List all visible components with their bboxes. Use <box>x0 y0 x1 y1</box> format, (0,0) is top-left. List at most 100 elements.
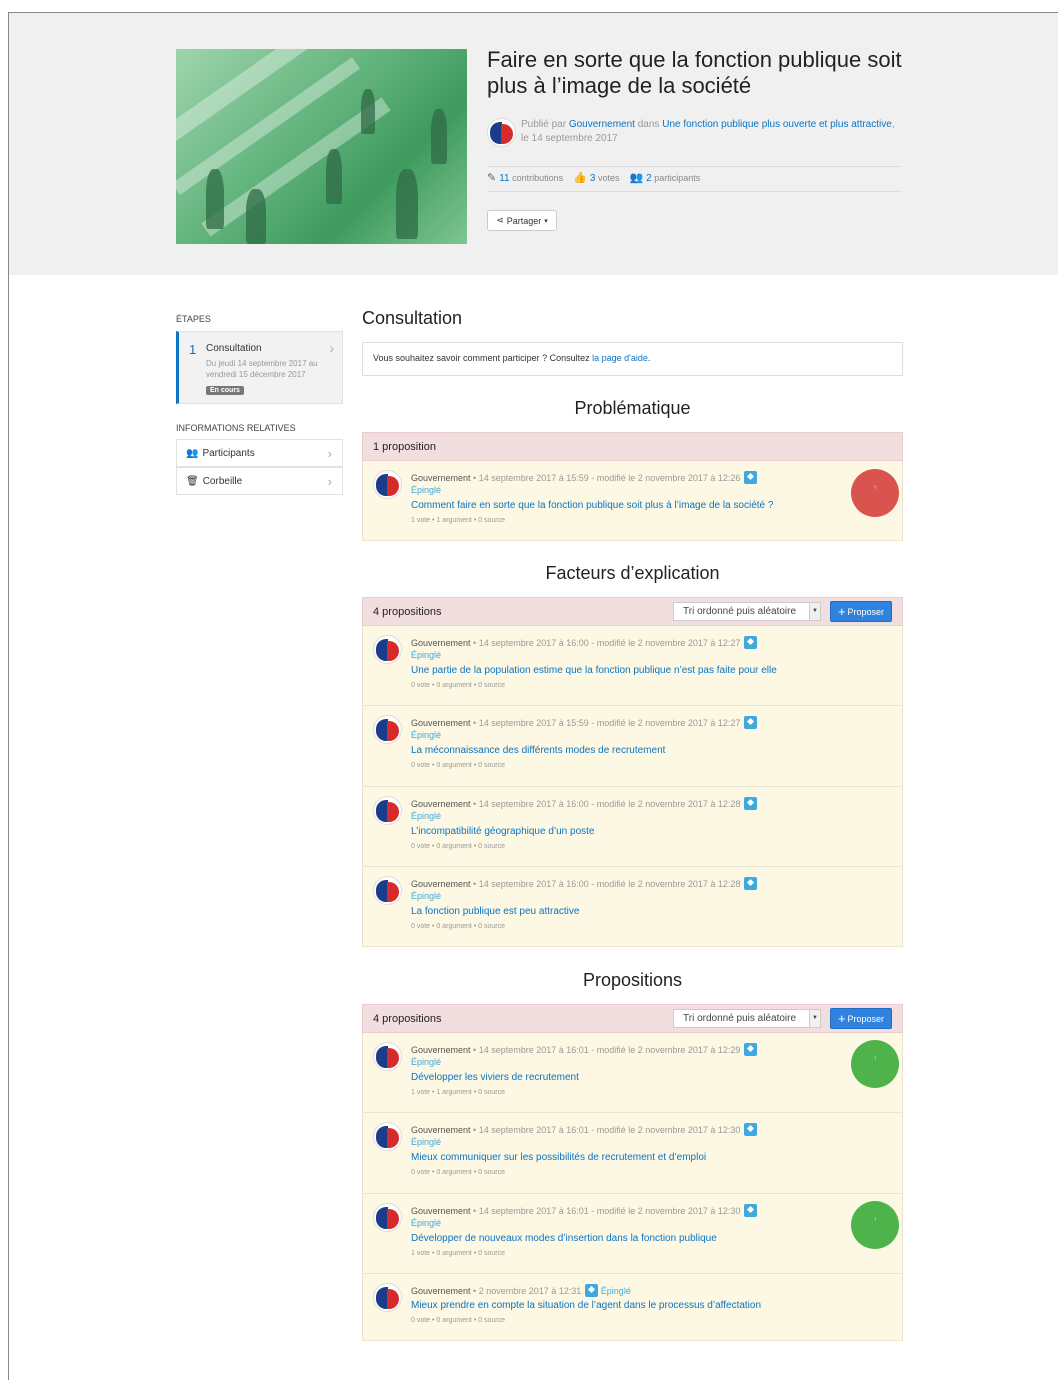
proposal-title-link[interactable]: Développer les viviers de recrutement <box>411 1072 579 1083</box>
share-button[interactable]: ⋖ Partager ▾ <box>487 210 557 231</box>
author-avatar[interactable] <box>373 796 402 825</box>
pin-icon <box>744 636 758 649</box>
proposal-title-link[interactable]: Mieux prendre en compte la situation de … <box>411 1300 761 1311</box>
author-avatar[interactable] <box>373 1122 402 1151</box>
pin-icon <box>744 716 758 729</box>
propose-button[interactable]: + Proposer <box>830 601 892 622</box>
section-title: Problématique <box>574 398 691 418</box>
list-item[interactable]: Gouvernement • 14 septembre 2017 à 16:00… <box>362 867 903 947</box>
proposal-title-link[interactable]: Comment faire en sorte que la fonction p… <box>411 500 773 511</box>
author-avatar[interactable] <box>373 635 402 664</box>
pin-icon <box>744 877 758 890</box>
author-avatar[interactable] <box>373 876 402 905</box>
plus-icon: + <box>837 1011 846 1026</box>
section-title: Propositions <box>582 970 683 990</box>
list-item[interactable]: Gouvernement • 14 septembre 2017 à 16:01… <box>362 1194 903 1274</box>
published-by-label: Publié par <box>521 119 567 130</box>
step-heading: Consultation <box>362 308 463 328</box>
pin-icon <box>744 1123 758 1136</box>
steps-heading: ÉTAPES <box>176 314 211 324</box>
chevron-right-icon: › <box>327 446 332 461</box>
pin-icon <box>744 1204 758 1217</box>
list-item[interactable]: Gouvernement • 14 septembre 2017 à 16:00… <box>362 626 903 706</box>
pin-icon <box>744 797 758 810</box>
step-consultation[interactable]: 1 Consultation Du jeudi 14 septembre 201… <box>176 331 343 404</box>
pinned-label: Épinglé <box>411 1137 442 1147</box>
list-item[interactable]: Gouvernement • 14 septembre 2017 à 15:59… <box>362 706 903 787</box>
help-box: Vous souhaitez savoir comment participer… <box>362 342 903 376</box>
section-count-header: 1 proposition <box>362 432 903 461</box>
pin-icon <box>744 1043 758 1056</box>
list-item[interactable]: Gouvernement • 2 novembre 2017 à 12:31 É… <box>362 1274 903 1341</box>
participants-counter: 👥 2 participants <box>629 172 701 184</box>
step-title: Consultation <box>206 343 262 354</box>
proposal-title-link[interactable]: L’incompatibilité géographique d’un post… <box>411 826 594 837</box>
author-avatar[interactable] <box>373 1042 402 1071</box>
author-avatar[interactable] <box>487 118 516 147</box>
edit-icon: ✎ <box>487 172 497 184</box>
step-dates: Du jeudi 14 septembre 2017 au vendredi 1… <box>206 359 318 379</box>
author-avatar[interactable] <box>373 470 402 499</box>
section-title: Facteurs d’explication <box>545 563 720 583</box>
sidebar-item-participants[interactable]: 👥 Participants › <box>176 439 343 467</box>
sort-select[interactable]: Tri ordonné puis aléatoire ▼ <box>673 602 821 621</box>
related-heading: INFORMATIONS RELATIVES <box>176 423 296 433</box>
users-icon: 👥 <box>629 172 644 184</box>
pinned-label: Épinglé <box>600 1286 631 1296</box>
list-item[interactable]: Gouvernement • 14 septembre 2017 à 16:01… <box>362 1033 903 1113</box>
proposal-stats: 0 vote • 0 argument • 0 source <box>411 682 506 689</box>
proposal-stats: 0 vote • 0 argument • 0 source <box>411 1169 506 1176</box>
users-icon: 👥 <box>186 447 199 459</box>
divider <box>487 191 902 192</box>
pinned-label: Épinglé <box>411 1057 442 1067</box>
proposal-title-link[interactable]: La méconnaissance des différents modes d… <box>411 745 665 756</box>
page-title: Faire en sorte que la fonction publique … <box>487 47 902 98</box>
author-avatar[interactable] <box>373 1283 402 1312</box>
status-badge: En cours <box>206 386 244 395</box>
chevron-right-icon: › <box>327 474 332 489</box>
sidebar-item-corbeille[interactable]: 🗑 Corbeille › <box>176 467 343 495</box>
share-icon: ⋖ <box>496 215 504 225</box>
pin-icon <box>585 1284 599 1297</box>
step-number: 1 <box>189 342 197 357</box>
vote-indicator: ↑ <box>851 1040 899 1088</box>
proposal-title-link[interactable]: Une partie de la population estime que l… <box>411 665 777 676</box>
thumbs-up-icon: 👍 <box>573 172 587 184</box>
list-item[interactable]: Gouvernement • 14 septembre 2017 à 16:00… <box>362 787 903 867</box>
author-avatar[interactable] <box>373 1203 402 1232</box>
proposal-title-link[interactable]: Mieux communiquer sur les possibilités d… <box>411 1152 706 1163</box>
proposal-stats: 0 vote • 0 argument • 0 source <box>411 762 506 769</box>
vote-indicator: ↑ <box>851 469 899 517</box>
section-count-header: 4 propositions <box>362 1004 903 1033</box>
proposal-stats: 0 vote • 0 argument • 0 source <box>411 923 506 930</box>
vote-indicator: ↑ <box>851 1201 899 1249</box>
proposal-stats: 1 vote • 1 argument • 0 source <box>411 1089 506 1096</box>
pinned-label: Épinglé <box>411 1218 442 1228</box>
help-page-link[interactable]: la page d'aide <box>592 353 648 363</box>
author-avatar[interactable] <box>373 715 402 744</box>
proposal-stats: 0 vote • 0 argument • 0 source <box>411 1317 506 1324</box>
header-image <box>176 49 467 244</box>
contributions-counter: ✎ 11 contributions <box>487 172 564 184</box>
list-item[interactable]: Gouvernement • 14 septembre 2017 à 16:01… <box>362 1113 903 1194</box>
pinned-label: Épinglé <box>411 730 442 740</box>
chevron-down-icon: ▼ <box>809 1010 820 1027</box>
list-item[interactable]: Gouvernement • 14 septembre 2017 à 15:59… <box>362 461 903 541</box>
project-link[interactable]: Une fonction publique plus ouverte et pl… <box>662 119 892 130</box>
pinned-label: Épinglé <box>411 485 442 495</box>
votes-counter: 👍 3 votes <box>573 172 620 184</box>
proposal-stats: 0 vote • 0 argument • 0 source <box>411 843 506 850</box>
plus-icon: + <box>837 604 846 619</box>
trash-icon: 🗑 <box>186 475 199 487</box>
divider <box>487 166 902 167</box>
pinned-label: Épinglé <box>411 891 442 901</box>
pinned-label: Épinglé <box>411 811 442 821</box>
propose-button[interactable]: + Proposer <box>830 1008 892 1029</box>
chevron-down-icon: ▼ <box>809 603 820 620</box>
project-counters: ✎ 11 contributions 👍 3 votes 👥 2 participan… <box>487 171 700 184</box>
sort-select[interactable]: Tri ordonné puis aléatoire ▼ <box>673 1009 821 1028</box>
proposal-stats: 1 vote • 1 argument • 0 source <box>411 517 506 524</box>
proposal-title-link[interactable]: Développer de nouveaux modes d’insertion… <box>411 1233 717 1244</box>
proposal-title-link[interactable]: La fonction publique est peu attractive <box>411 906 579 917</box>
author-link[interactable]: Gouvernement <box>569 119 635 130</box>
